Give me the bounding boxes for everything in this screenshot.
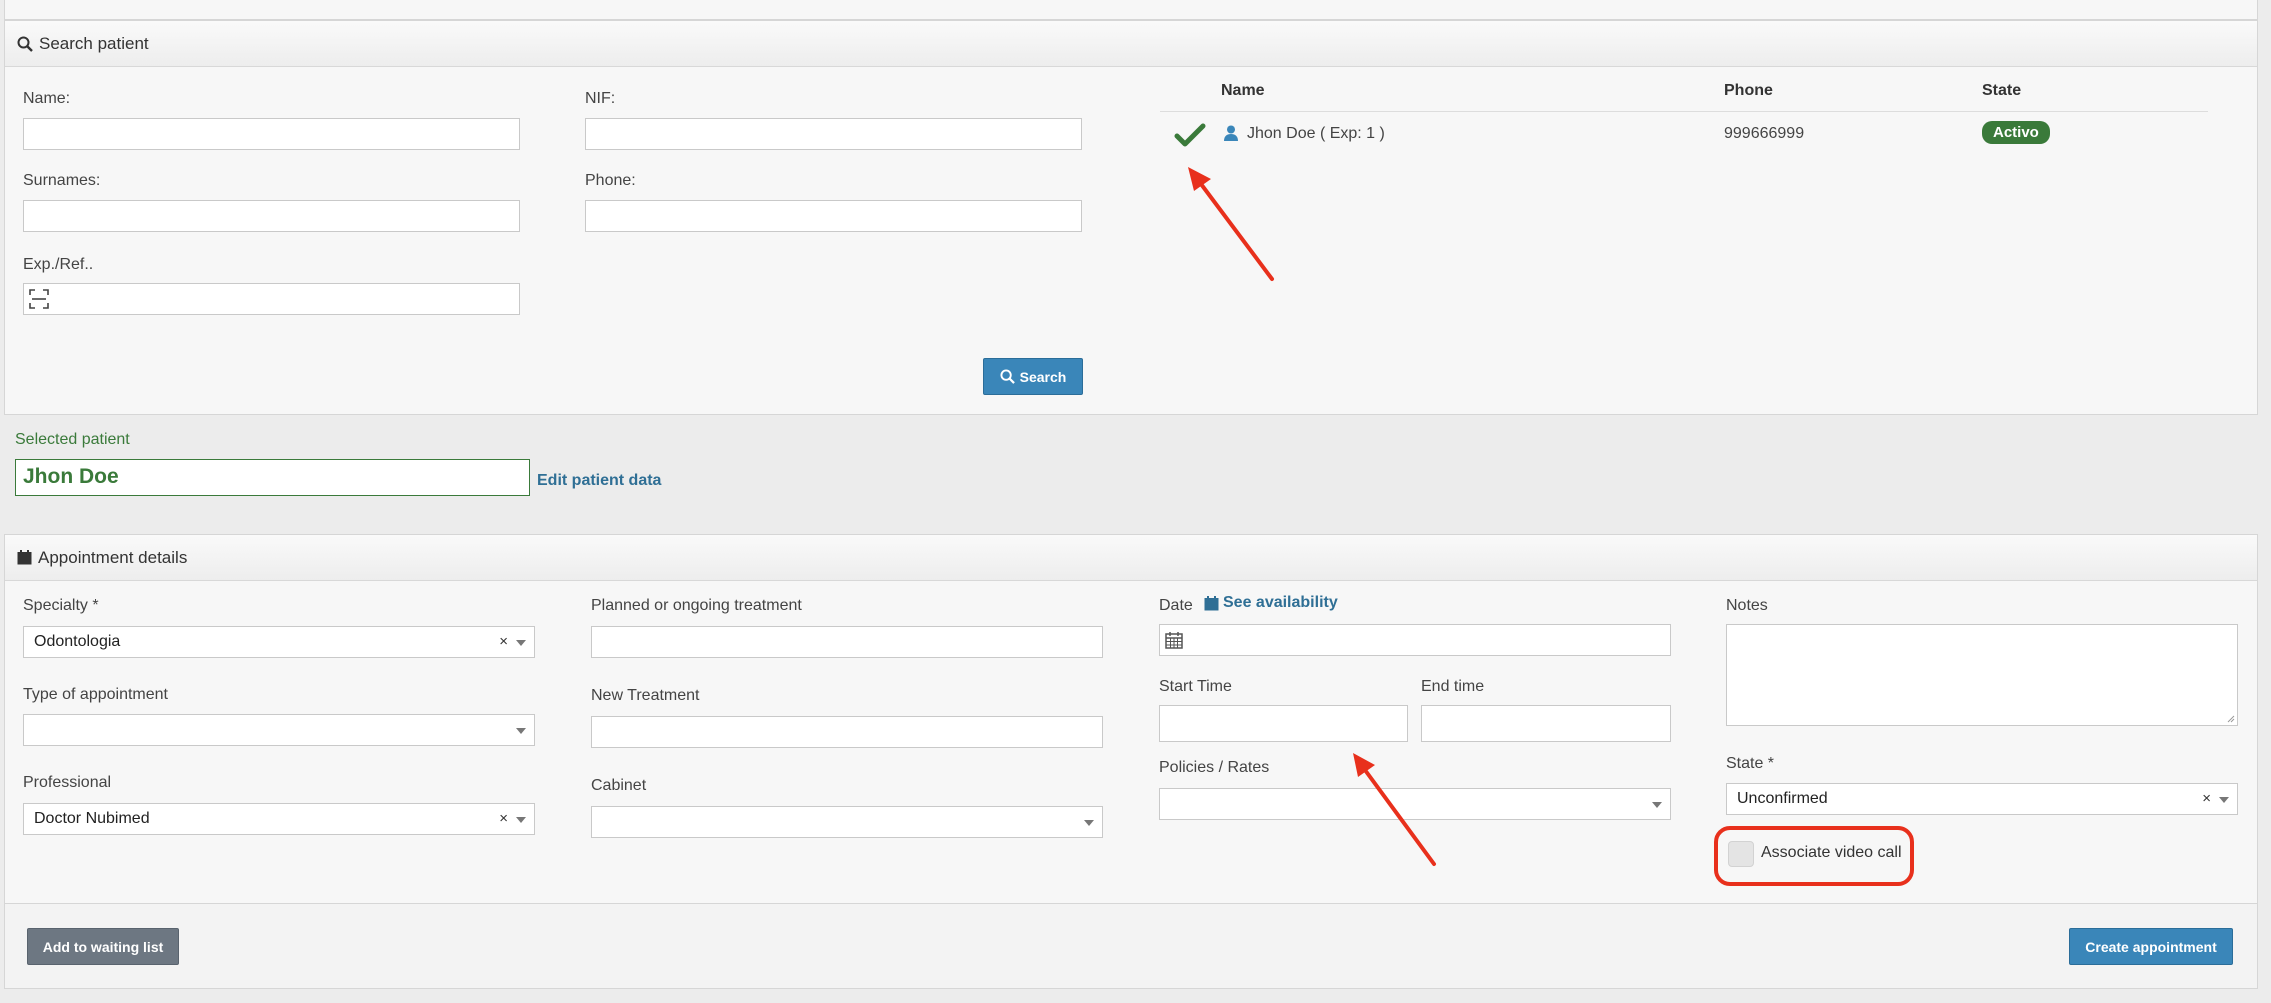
chevron-down-icon — [516, 817, 526, 823]
barcode-scan-icon[interactable] — [28, 288, 50, 310]
search-button-label: Search — [1019, 368, 1067, 385]
professional-value: Doctor Nubimed — [34, 810, 150, 827]
create-appointment-label: Create appointment — [2085, 938, 2217, 955]
start-time-input[interactable] — [1159, 705, 1408, 742]
appointment-panel-title: Appointment details — [38, 547, 188, 567]
specialty-value: Odontologia — [34, 633, 121, 650]
date-input[interactable] — [1159, 624, 1671, 656]
type-of-appointment-select[interactable] — [23, 714, 535, 746]
specialty-label: Specialty * — [23, 597, 99, 614]
add-to-waiting-list-label: Add to waiting list — [42, 938, 164, 955]
date-label: Date — [1159, 597, 1193, 614]
state-value: Unconfirmed — [1737, 790, 1828, 807]
search-icon — [17, 36, 33, 52]
notes-label: Notes — [1726, 597, 1768, 614]
checkmark-icon[interactable] — [1174, 123, 1206, 149]
chevron-down-icon — [1652, 802, 1662, 808]
calendar-outline-icon[interactable] — [1165, 631, 1183, 649]
patient-name-link[interactable]: Jhon Doe ( Exp: 1 ) — [1247, 125, 1385, 143]
new-treatment-input[interactable] — [591, 716, 1103, 748]
calendar-icon — [1204, 595, 1219, 610]
selected-patient-field: Jhon Doe — [15, 459, 530, 496]
specialty-select[interactable]: Odontologia × — [23, 626, 535, 658]
planned-treatment-input[interactable] — [591, 626, 1103, 658]
nif-input[interactable] — [585, 118, 1082, 150]
chevron-down-icon — [2219, 797, 2229, 803]
search-panel-header: Search patient — [5, 21, 2257, 67]
policies-rates-label: Policies / Rates — [1159, 759, 1270, 776]
clear-specialty-icon[interactable]: × — [499, 633, 508, 650]
surnames-input[interactable] — [23, 200, 520, 232]
top-strip — [4, 0, 2258, 20]
table-row[interactable]: Jhon Doe ( Exp: 1 ) 999666999 Activo — [1160, 113, 2208, 157]
name-label: Name: — [23, 90, 71, 107]
see-availability-label: See availability — [1223, 594, 1338, 611]
results-header-divider — [1160, 111, 2208, 112]
surnames-label: Surnames: — [23, 172, 101, 189]
search-button[interactable]: Search — [983, 358, 1083, 395]
search-patient-panel: Search patient Name: NIF: Surnames: Phon… — [4, 20, 2258, 415]
end-time-input[interactable] — [1421, 705, 1671, 742]
chevron-down-icon — [1084, 820, 1094, 826]
state-select[interactable]: Unconfirmed × — [1726, 783, 2238, 815]
name-input[interactable] — [23, 118, 520, 150]
see-availability-link[interactable]: See availability — [1204, 594, 1338, 612]
cabinet-select[interactable] — [591, 806, 1103, 838]
notes-textarea[interactable] — [1726, 624, 2238, 726]
add-to-waiting-list-button[interactable]: Add to waiting list — [27, 928, 179, 965]
edit-patient-data-link[interactable]: Edit patient data — [537, 472, 661, 490]
start-time-label: Start Time — [1159, 678, 1232, 695]
nif-label: NIF: — [585, 90, 616, 107]
results-header-name: Name — [1221, 82, 1265, 99]
resize-handle-icon[interactable] — [2227, 715, 2235, 723]
chevron-down-icon — [516, 728, 526, 734]
search-panel-title: Search patient — [39, 33, 149, 53]
selected-patient-value: Jhon Doe — [23, 465, 119, 488]
phone-input[interactable] — [585, 200, 1082, 232]
professional-label: Professional — [23, 774, 112, 791]
calendar-icon — [17, 550, 32, 565]
user-icon — [1224, 125, 1238, 141]
results-header-state: State — [1982, 82, 2022, 99]
cabinet-label: Cabinet — [591, 777, 647, 794]
appointment-details-panel: Appointment details Specialty * Odontolo… — [4, 534, 2258, 904]
annotation-highlight-video-call — [1714, 826, 1914, 886]
footer-bar — [4, 904, 2258, 989]
exp-ref-label: Exp./Ref.. — [23, 256, 94, 273]
patient-phone: 999666999 — [1724, 125, 1805, 142]
selected-patient-label: Selected patient — [15, 431, 130, 448]
appointment-panel-header: Appointment details — [5, 535, 2257, 581]
end-time-label: End time — [1421, 678, 1485, 695]
policies-rates-select[interactable] — [1159, 788, 1671, 820]
professional-select[interactable]: Doctor Nubimed × — [23, 803, 535, 835]
status-badge: Activo — [1982, 121, 2050, 144]
new-treatment-label: New Treatment — [591, 687, 700, 704]
exp-ref-input[interactable] — [23, 283, 520, 315]
chevron-down-icon — [516, 640, 526, 646]
planned-treatment-label: Planned or ongoing treatment — [591, 597, 802, 614]
search-icon — [1000, 369, 1015, 384]
state-label: State * — [1726, 755, 1775, 772]
create-appointment-button[interactable]: Create appointment — [2069, 928, 2233, 965]
phone-label: Phone: — [585, 172, 636, 189]
results-header-phone: Phone — [1724, 82, 1773, 99]
clear-state-icon[interactable]: × — [2202, 790, 2211, 807]
clear-professional-icon[interactable]: × — [499, 810, 508, 827]
type-of-appointment-label: Type of appointment — [23, 686, 168, 703]
